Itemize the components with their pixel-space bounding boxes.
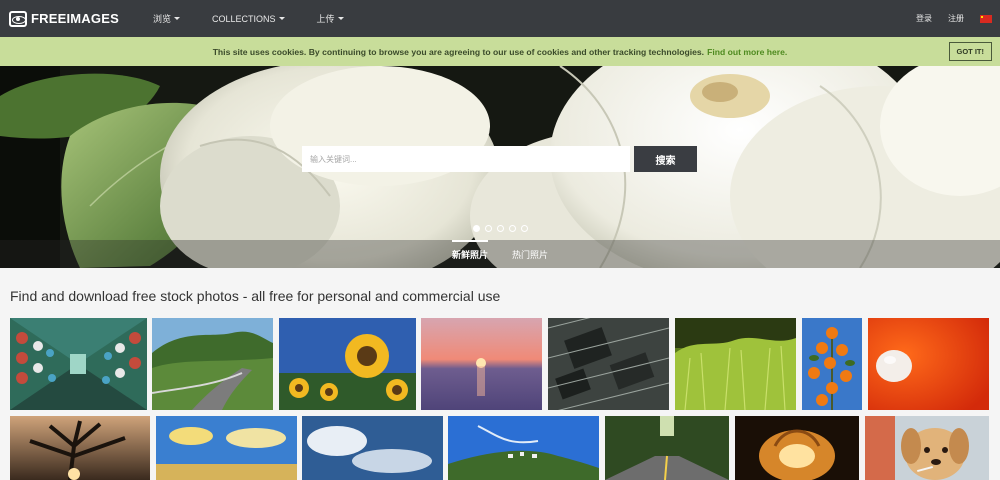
nav-collections[interactable]: COLLECTIONS bbox=[212, 12, 285, 25]
photo-puppy[interactable] bbox=[865, 416, 989, 480]
photo-egg[interactable] bbox=[868, 318, 989, 410]
tab-fresh-photos[interactable]: 新鲜照片 bbox=[451, 240, 489, 268]
logo[interactable]: FREEIMAGES bbox=[9, 10, 119, 27]
nav-browse[interactable]: 浏览 bbox=[153, 12, 180, 25]
slide-dot-4[interactable] bbox=[509, 225, 516, 232]
slide-dot-5[interactable] bbox=[521, 225, 528, 232]
hero-tabs: 新鲜照片 热门照片 bbox=[0, 240, 1000, 268]
tab-popular-photos[interactable]: 热门照片 bbox=[512, 240, 548, 268]
photo-sky-clouds[interactable] bbox=[302, 416, 443, 480]
photo-hill-town[interactable] bbox=[448, 416, 599, 480]
photo-thread-spools[interactable] bbox=[10, 318, 147, 410]
caret-down-icon bbox=[278, 17, 285, 20]
nav-upload[interactable]: 上传 bbox=[317, 12, 344, 25]
search-input[interactable] bbox=[302, 146, 630, 172]
china-flag-icon[interactable] bbox=[980, 14, 992, 23]
cookie-more-link[interactable]: Find out more here. bbox=[707, 47, 787, 57]
photo-tree-sunset[interactable] bbox=[10, 416, 150, 480]
photo-mountain-road[interactable] bbox=[152, 318, 273, 410]
eye-logo-icon bbox=[9, 10, 27, 27]
photo-grass[interactable] bbox=[675, 318, 796, 410]
photo-circuit-board[interactable] bbox=[548, 318, 669, 410]
photo-sunflowers[interactable] bbox=[279, 318, 416, 410]
hero-banner: 搜索 新鲜照片 热门照片 bbox=[0, 66, 1000, 268]
cookie-accept-button[interactable]: GOT IT! bbox=[948, 42, 992, 61]
login-link[interactable]: 登录 bbox=[916, 13, 932, 24]
photo-glowing-ornament[interactable] bbox=[735, 416, 859, 480]
logo-text: FREEIMAGES bbox=[31, 11, 119, 26]
cookie-text: This site uses cookies. By continuing to… bbox=[212, 46, 705, 57]
photo-oranges[interactable] bbox=[802, 318, 862, 410]
page-heading: Find and download free stock photos - al… bbox=[10, 288, 501, 304]
navbar: FREEIMAGES 浏览 COLLECTIONS 上传 登录 注册 bbox=[0, 0, 1000, 37]
nav-links: 浏览 COLLECTIONS 上传 bbox=[153, 12, 376, 25]
photo-sunset-sea[interactable] bbox=[421, 318, 542, 410]
slide-dots bbox=[473, 225, 533, 232]
register-link[interactable]: 注册 bbox=[948, 13, 964, 24]
slide-dot-1[interactable] bbox=[473, 225, 480, 232]
photo-clouds-field[interactable] bbox=[156, 416, 297, 480]
cookie-banner: This site uses cookies. By continuing to… bbox=[0, 37, 1000, 66]
search-button[interactable]: 搜索 bbox=[634, 146, 697, 172]
slide-dot-2[interactable] bbox=[485, 225, 492, 232]
caret-down-icon bbox=[173, 17, 180, 20]
nav-right: 登录 注册 bbox=[916, 13, 992, 24]
caret-down-icon bbox=[337, 17, 344, 20]
slide-dot-3[interactable] bbox=[497, 225, 504, 232]
photo-forest-road[interactable] bbox=[605, 416, 729, 480]
